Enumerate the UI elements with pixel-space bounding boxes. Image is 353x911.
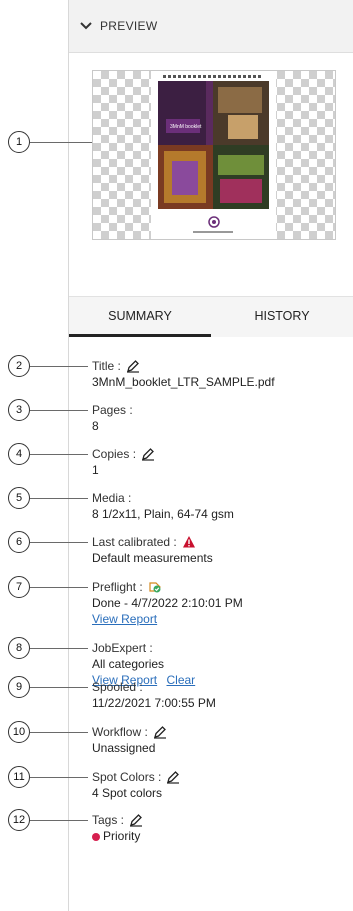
- callout-12: 12: [8, 809, 30, 831]
- spooled-label: Spooled :: [92, 680, 143, 694]
- logo-icon: [208, 216, 220, 228]
- spot-colors-value: 4 Spot colors: [92, 786, 163, 800]
- callout-11: 11: [8, 766, 30, 788]
- thumbnail-page: 3MnM booklet: [151, 71, 276, 239]
- pages-value: 8: [92, 419, 99, 433]
- tag-label: Priority: [103, 829, 141, 843]
- callout-leader-7: [30, 587, 88, 588]
- field-preflight: Preflight : Done - 4/7/2022 2:10:01 PM V…: [92, 579, 243, 627]
- preflight-value: Done - 4/7/2022 2:10:01 PM: [92, 596, 243, 610]
- media-label: Media :: [92, 491, 132, 505]
- title-label: Title :: [92, 359, 121, 373]
- pencil-icon[interactable]: [126, 359, 140, 373]
- callout-leader-8: [30, 648, 88, 649]
- tag-color-dot: [92, 832, 100, 841]
- copies-value: 1: [92, 463, 99, 477]
- tab-history[interactable]: HISTORY: [211, 297, 353, 337]
- callout-10: 10: [8, 721, 30, 743]
- warning-icon: [182, 536, 195, 548]
- callout-leader-3: [30, 410, 88, 411]
- field-copies: Copies : 1: [92, 446, 155, 478]
- callout-5: 5: [8, 487, 30, 509]
- tag-item: Priority: [92, 828, 143, 844]
- thumbnail-footer-text: [193, 231, 233, 233]
- callout-3: 3: [8, 399, 30, 421]
- title-value: 3MnM_booklet_LTR_SAMPLE.pdf: [92, 375, 275, 389]
- last-calibrated-value: Default measurements: [92, 551, 213, 565]
- callout-1: 1: [8, 131, 30, 153]
- pages-label: Pages :: [92, 403, 133, 417]
- workflow-label: Workflow :: [92, 725, 148, 739]
- callout-2: 2: [8, 355, 30, 377]
- field-pages: Pages : 8: [92, 402, 133, 434]
- thumbnail-cover-image: 3MnM booklet: [158, 81, 269, 209]
- callout-8: 8: [8, 637, 30, 659]
- pencil-icon[interactable]: [166, 770, 180, 784]
- field-last-calibrated: Last calibrated : Default measurements: [92, 534, 213, 566]
- jobexpert-label: JobExpert :: [92, 641, 153, 655]
- last-calibrated-label: Last calibrated :: [92, 535, 177, 549]
- thumbnail-header-strip: [163, 75, 263, 78]
- preflight-status-icon: [149, 582, 161, 593]
- tab-summary[interactable]: SUMMARY: [69, 297, 211, 337]
- callout-leader-4: [30, 454, 88, 455]
- preflight-view-report-link[interactable]: View Report: [92, 612, 157, 626]
- tab-bar: SUMMARY HISTORY: [69, 296, 353, 337]
- media-value: 8 1/2x11, Plain, 64-74 gsm: [92, 507, 234, 521]
- chevron-down-icon[interactable]: [79, 19, 93, 33]
- spot-colors-label: Spot Colors :: [92, 770, 162, 784]
- callout-4: 4: [8, 443, 30, 465]
- preview-header[interactable]: PREVIEW: [69, 0, 353, 53]
- callout-leader-5: [30, 498, 88, 499]
- field-spooled: Spooled : 11/22/2021 7:00:55 PM: [92, 679, 216, 711]
- callout-leader-12: [30, 820, 88, 821]
- preflight-label: Preflight :: [92, 580, 143, 594]
- tags-label: Tags :: [92, 813, 125, 827]
- field-workflow: Workflow : Unassigned: [92, 724, 167, 756]
- callout-7: 7: [8, 576, 30, 598]
- pencil-icon[interactable]: [153, 725, 167, 739]
- pencil-icon[interactable]: [129, 813, 143, 827]
- callout-6: 6: [8, 531, 30, 553]
- field-tags: Tags : Priority: [92, 812, 143, 844]
- copies-label: Copies :: [92, 447, 137, 461]
- cover-text: 3MnM booklet: [170, 124, 202, 130]
- callout-leader-9: [30, 687, 88, 688]
- document-thumbnail[interactable]: 3MnM booklet: [92, 70, 336, 240]
- callout-leader-11: [30, 777, 88, 778]
- field-spot-colors: Spot Colors : 4 Spot colors: [92, 769, 180, 801]
- panel-divider: [68, 0, 69, 911]
- callout-leader-1: [30, 142, 92, 143]
- callout-leader-2: [30, 366, 88, 367]
- pencil-icon[interactable]: [141, 447, 155, 461]
- workflow-value: Unassigned: [92, 741, 156, 755]
- callout-9: 9: [8, 676, 30, 698]
- spooled-value: 11/22/2021 7:00:55 PM: [92, 696, 216, 710]
- jobexpert-value: All categories: [92, 657, 165, 671]
- field-title: Title : 3MnM_booklet_LTR_SAMPLE.pdf: [92, 358, 275, 390]
- preview-title: PREVIEW: [100, 19, 158, 33]
- callout-leader-6: [30, 542, 88, 543]
- callout-leader-10: [30, 732, 88, 733]
- field-media: Media : 8 1/2x11, Plain, 64-74 gsm: [92, 490, 234, 522]
